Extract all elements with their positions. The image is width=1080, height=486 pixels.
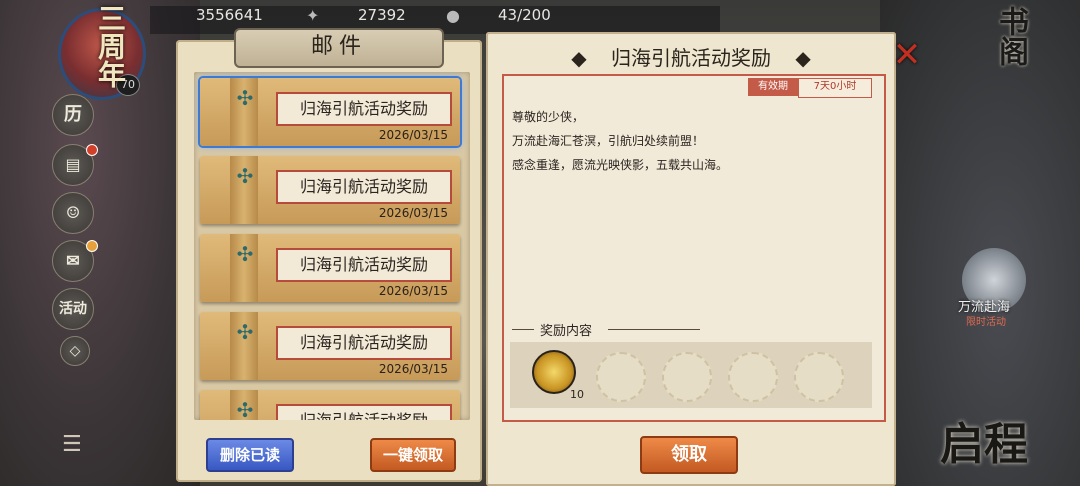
detail-title-text: 归海引航活动奖励 (611, 46, 771, 70)
mail-list[interactable]: ✣ 归海引航活动奖励 2026/03/15 ✣ 归海引航活动奖励 2026/03… (194, 72, 470, 420)
notification-dot (86, 144, 98, 156)
diamond-icon: ◆ (571, 46, 587, 70)
mail-item[interactable]: ✣ 归海引航活动奖励 2026/03/15 (200, 312, 460, 380)
event-subtitle: 限时活动 (966, 317, 1006, 328)
mail-body-line: 感念重逢，愿流光映侠影，五载共山海。 (512, 158, 729, 172)
knot-icon: ✣ (236, 320, 254, 344)
claim-button[interactable]: 领取 (640, 436, 738, 474)
mail-item-date: 2026/03/15 (378, 206, 448, 220)
mail-item-label: 归海引航活动奖励 (276, 92, 452, 126)
delete-read-button[interactable]: 删除已读 (206, 438, 294, 472)
mail-item-date: 2026/03/15 (378, 362, 448, 376)
stamina-value: 43/200 (498, 6, 551, 24)
reward-heading: 奖励内容 (540, 324, 593, 339)
knot-icon: ✣ (236, 398, 254, 420)
chat-badge (86, 240, 98, 252)
validity-value: 7天0小时 (798, 78, 872, 98)
diamond-icon: ◆ (795, 46, 811, 70)
mail-item[interactable]: ✣ 归海引航活动奖励 (200, 390, 460, 420)
jade-icon: ✦ (306, 6, 320, 25)
mail-item[interactable]: ✣ 归海引航活动奖励 2026/03/15 (200, 234, 460, 302)
validity-label: 有效期 (748, 78, 798, 96)
divider (512, 329, 534, 330)
history-button[interactable]: 历 (52, 94, 94, 136)
stamina-icon: ● (446, 6, 460, 25)
claim-all-button[interactable]: 一键领取 (370, 438, 456, 472)
mail-item-label: 归海引航活动奖励 (276, 326, 452, 360)
reward-slot-empty (662, 352, 712, 402)
menu-icon[interactable]: ☰ (62, 432, 82, 457)
reward-count: 10 (570, 388, 584, 401)
friends-icon[interactable]: ☺ (52, 192, 94, 234)
mail-item-date: 2026/03/15 (378, 284, 448, 298)
shop-label[interactable]: 书阁 (988, 6, 1032, 66)
mail-item[interactable]: ✣ 归海引航活动奖励 2026/03/15 (200, 156, 460, 224)
knot-icon: ✣ (236, 86, 254, 110)
mail-item-label: 归海引航活动奖励 (276, 404, 452, 420)
reward-slot-empty (596, 352, 646, 402)
knot-icon: ✣ (236, 164, 254, 188)
mail-item-label: 归海引航活动奖励 (276, 170, 452, 204)
reward-slot-empty (794, 352, 844, 402)
jade-value: 27392 (358, 6, 406, 24)
close-icon[interactable]: ✕ (888, 36, 926, 74)
anniversary-logo: 三周年 (94, 4, 127, 88)
history-label: 历 (64, 104, 82, 125)
reward-slot-empty (728, 352, 778, 402)
collapse-icon[interactable]: ◇ (60, 336, 90, 366)
coins-value: 3556641 (196, 6, 263, 24)
journey-button[interactable]: 启程 (940, 408, 1028, 472)
mail-detail-title: ◆ 归海引航活动奖励 ◆ (486, 42, 896, 71)
mail-item-label: 归海引航活动奖励 (276, 248, 452, 282)
mail-item-date: 2026/03/15 (378, 128, 448, 142)
mail-body-line: 万流赴海汇苍溟，引航归处续前盟！ (512, 134, 705, 148)
mailbox-title: 邮件 (234, 28, 444, 68)
knot-icon: ✣ (236, 242, 254, 266)
activity-button[interactable]: 活动 (52, 288, 94, 330)
activity-label: 活动 (59, 301, 87, 317)
divider (608, 329, 700, 330)
mail-body-line: 尊敬的少侠， (512, 110, 585, 124)
mail-item[interactable]: ✣ 归海引航活动奖励 2026/03/15 (200, 78, 460, 146)
